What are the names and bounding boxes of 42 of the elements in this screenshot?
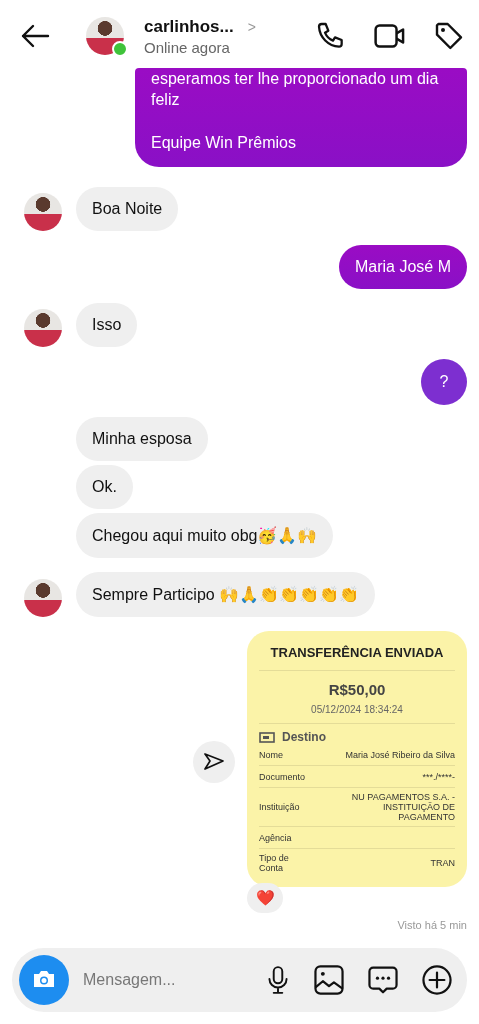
image-icon[interactable] (313, 964, 345, 996)
sent-message: ? (421, 359, 467, 405)
seen-status: Visto há 5 min (397, 919, 467, 931)
tag-icon[interactable] (433, 20, 465, 52)
field-label: Documento (259, 771, 306, 782)
heart-reaction[interactable]: ❤ (247, 883, 283, 913)
back-arrow-icon[interactable] (20, 24, 50, 48)
receipt-card[interactable]: TRANSFERÊNCIA ENVIADA R$50,00 05/12/2024 18:34:24 Destino Nome Maria José Ribeiro da Silva Documento ***./****- Instituição NU PAGAMENTOS S.A. - INSTITUIÇÃO DE PAGAMENTO Agência Tipo de Conta TRAN (247, 631, 467, 887)
field-value: Maria José Ribeiro da Silva (345, 749, 455, 760)
send-icon[interactable] (193, 741, 235, 783)
received-message: Sempre Participo 🙌🙏👏👏👏👏👏 (76, 572, 376, 617)
sent-message: esperamos ter lhe proporcionado um dia feliz Equipe Win Prêmios (135, 68, 467, 167)
contact-name[interactable]: carlinhos... (144, 16, 234, 37)
sender-avatar[interactable] (24, 579, 62, 617)
message-input[interactable]: Mensagem... (81, 970, 243, 990)
field-value: TRAN (430, 858, 455, 868)
camera-icon[interactable] (19, 955, 69, 1005)
field-label: Nome (259, 749, 283, 760)
received-message: Boa Noite (76, 187, 179, 231)
add-icon[interactable] (421, 964, 453, 996)
field-label: Tipo de Conta (259, 853, 290, 873)
received-message: Isso (76, 303, 138, 347)
contact-status: Online agora (144, 38, 231, 56)
sender-avatar[interactable] (24, 309, 62, 347)
chat-bubble-icon[interactable] (367, 964, 399, 996)
received-message: Ok. (76, 465, 133, 509)
received-message: Chegou aqui muito obg🥳🙏🙌 (76, 513, 334, 558)
sender-avatar[interactable] (24, 193, 62, 231)
field-value: NU PAGAMENTOS S.A. - INSTITUIÇÃO DE PAGAMENTO (350, 792, 455, 822)
date-time: 05/12/2024 18:34:24 (259, 704, 455, 724)
cash-icon (259, 731, 275, 743)
contact-avatar[interactable] (86, 17, 124, 55)
section-title: Destino (282, 730, 326, 744)
field-value: ***./****- (422, 771, 455, 782)
chevron-icon: > (247, 18, 256, 35)
video-camera-icon[interactable] (373, 21, 407, 51)
receipt-title: TRANSFERÊNCIA ENVIADA (259, 645, 455, 671)
field-label: Instituição (259, 802, 300, 812)
received-message: Minha esposa (76, 417, 208, 461)
field-label: Agência (259, 832, 292, 843)
amount: R$50,00 (327, 681, 387, 698)
sent-message: Maria José M (338, 245, 467, 289)
